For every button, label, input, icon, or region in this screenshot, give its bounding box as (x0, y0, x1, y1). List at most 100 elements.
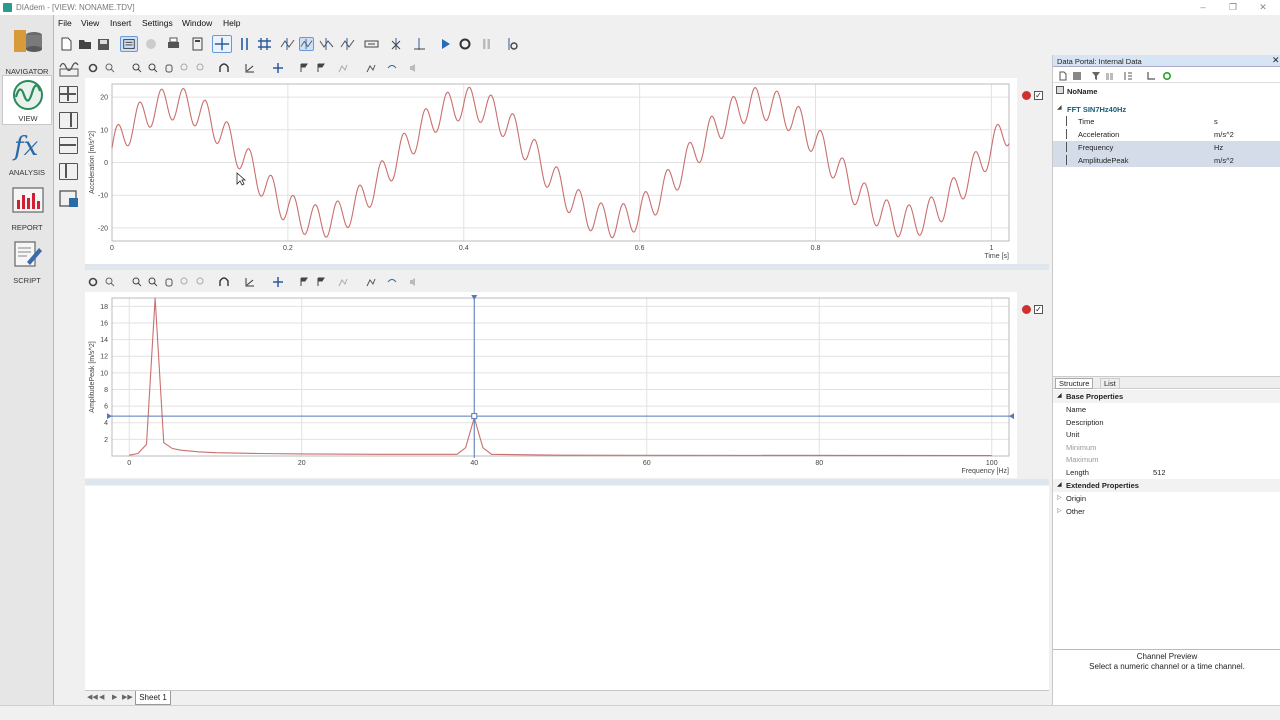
speaker-icon[interactable] (409, 277, 419, 287)
calculator-icon[interactable] (190, 37, 205, 51)
collapse-icon[interactable]: ◢ (1057, 481, 1062, 488)
nav-report[interactable]: REPORT (2, 185, 52, 235)
zoom-reset-icon[interactable] (180, 277, 190, 287)
new-file-icon[interactable] (59, 37, 74, 51)
menu-window[interactable]: Window (182, 18, 212, 28)
flag-end-icon[interactable] (316, 63, 326, 73)
layout-list-icon[interactable] (59, 163, 78, 180)
collapse-icon[interactable]: ◢ (1057, 104, 1062, 111)
sort-icon[interactable] (1123, 71, 1137, 81)
new-area-layout-icon[interactable] (59, 59, 79, 77)
curve-edit-icon[interactable] (366, 277, 376, 287)
peak-marker-icon[interactable] (338, 63, 348, 73)
property-row[interactable]: Length 512 (1053, 466, 1280, 479)
minimize-button[interactable]: – (1196, 1, 1210, 13)
hand-icon[interactable] (144, 37, 159, 51)
curve-shape-icon[interactable] (219, 63, 229, 73)
curve-repeat-icon[interactable] (387, 63, 397, 73)
restore-button[interactable]: ❐ (1226, 1, 1240, 13)
property-row[interactable]: Unit (1053, 428, 1280, 441)
zoom-in-icon[interactable] (132, 277, 142, 287)
pan-hand-icon[interactable] (164, 277, 174, 287)
refresh-icon[interactable] (1162, 71, 1172, 81)
sheet-tab-1[interactable]: Sheet 1 (135, 691, 171, 705)
columns-icon[interactable] (1105, 71, 1115, 81)
crosshair-cursor-icon[interactable] (212, 35, 232, 53)
speaker-icon[interactable] (409, 63, 419, 73)
property-row[interactable]: Minimum (1053, 441, 1280, 454)
min-cursor-icon[interactable] (340, 37, 355, 51)
nav-navigator[interactable]: NAVIGATOR (2, 23, 52, 76)
zoom-out-icon[interactable] (148, 277, 158, 287)
property-row[interactable]: Description (1053, 416, 1280, 429)
filter-icon[interactable] (1091, 71, 1101, 81)
close-window-button[interactable]: ✕ (1256, 1, 1270, 13)
layout-side-panel-icon[interactable] (59, 112, 78, 129)
menu-view[interactable]: View (81, 18, 99, 28)
new-file-icon[interactable] (1058, 71, 1068, 81)
flag-start-icon[interactable] (299, 63, 309, 73)
cursor-step-icon[interactable] (412, 37, 427, 51)
curve-edit-icon[interactable] (366, 63, 376, 73)
max-cursor-icon[interactable] (319, 37, 334, 51)
save-as-icon[interactable] (97, 37, 112, 51)
tree-icon[interactable] (1146, 71, 1156, 81)
curve-repeat-icon[interactable] (387, 277, 397, 287)
sheet-last-icon[interactable]: ▶▶ (122, 693, 133, 701)
sheet-next-icon[interactable]: ▶ (112, 693, 117, 701)
nav-analysis[interactable]: fx ANALYSIS (2, 130, 52, 180)
zoom-reset-icon[interactable] (180, 63, 190, 73)
property-row[interactable]: Maximum (1053, 453, 1280, 466)
zoom-in-icon[interactable] (132, 63, 142, 73)
tree-root[interactable]: NoName (1053, 85, 1280, 98)
extended-other[interactable]: ▷ Other (1053, 505, 1280, 518)
sheet-prev-icon[interactable]: ◀ (99, 693, 104, 701)
zoom-frame-icon[interactable] (364, 37, 379, 51)
pause-icon[interactable] (479, 37, 494, 51)
checkbox-icon[interactable]: ✓ (1034, 305, 1043, 314)
extended-origin[interactable]: ▷ Origin (1053, 492, 1280, 505)
checkbox-icon[interactable]: ✓ (1034, 91, 1043, 100)
axis-icon[interactable] (245, 277, 255, 287)
repeat-icon[interactable] (458, 37, 473, 51)
play-icon[interactable] (438, 37, 453, 51)
layout-four-grid-icon[interactable] (59, 86, 78, 103)
cursor-settings-icon[interactable] (504, 37, 519, 51)
band-cursor-icon[interactable] (237, 37, 252, 51)
cursor-cross-icon[interactable] (273, 277, 283, 287)
tab-structure[interactable]: Structure (1055, 378, 1094, 389)
expand-icon[interactable]: ▷ (1057, 507, 1062, 514)
zoom-back-icon[interactable] (196, 63, 206, 73)
peak-marker-icon[interactable] (338, 277, 348, 287)
record-icon[interactable] (1022, 91, 1031, 100)
curve-shape-icon[interactable] (219, 277, 229, 287)
tab-list[interactable]: List (1100, 378, 1120, 389)
close-icon[interactable]: ✕ (1272, 55, 1280, 66)
zoom-menu-icon[interactable] (105, 63, 115, 73)
channel-row[interactable]: Acceleration m/s^2 (1053, 128, 1280, 141)
base-properties-header[interactable]: ◢ Base Properties (1053, 390, 1280, 403)
peak-cursor-icon[interactable] (280, 37, 295, 51)
zoom-back-icon[interactable] (196, 277, 206, 287)
cursor-cross-icon[interactable] (273, 63, 283, 73)
zoom-menu-icon[interactable] (105, 277, 115, 287)
open-folder-icon[interactable] (78, 37, 93, 51)
property-row[interactable]: Name (1053, 403, 1280, 416)
chart-splitter[interactable] (85, 264, 1049, 270)
layout-mode-icon[interactable] (120, 36, 138, 52)
image-icon[interactable] (1072, 71, 1082, 81)
record-icon[interactable] (1022, 305, 1031, 314)
channel-row[interactable]: AmplitudePeak m/s^2 (1053, 154, 1280, 167)
settings-gear-icon[interactable] (88, 63, 98, 73)
curve-cursor-icon[interactable] (299, 37, 314, 51)
zoom-out-icon[interactable] (148, 63, 158, 73)
clear-cursor-icon[interactable] (389, 37, 404, 51)
menu-insert[interactable]: Insert (110, 18, 131, 28)
pan-hand-icon[interactable] (164, 63, 174, 73)
flag-end-icon[interactable] (316, 277, 326, 287)
grid-cursor-icon[interactable] (257, 37, 272, 51)
channel-row[interactable]: Time s (1053, 115, 1280, 128)
menu-file[interactable]: File (58, 18, 72, 28)
flag-start-icon[interactable] (299, 277, 309, 287)
nav-script[interactable]: SCRIPT (2, 238, 52, 288)
